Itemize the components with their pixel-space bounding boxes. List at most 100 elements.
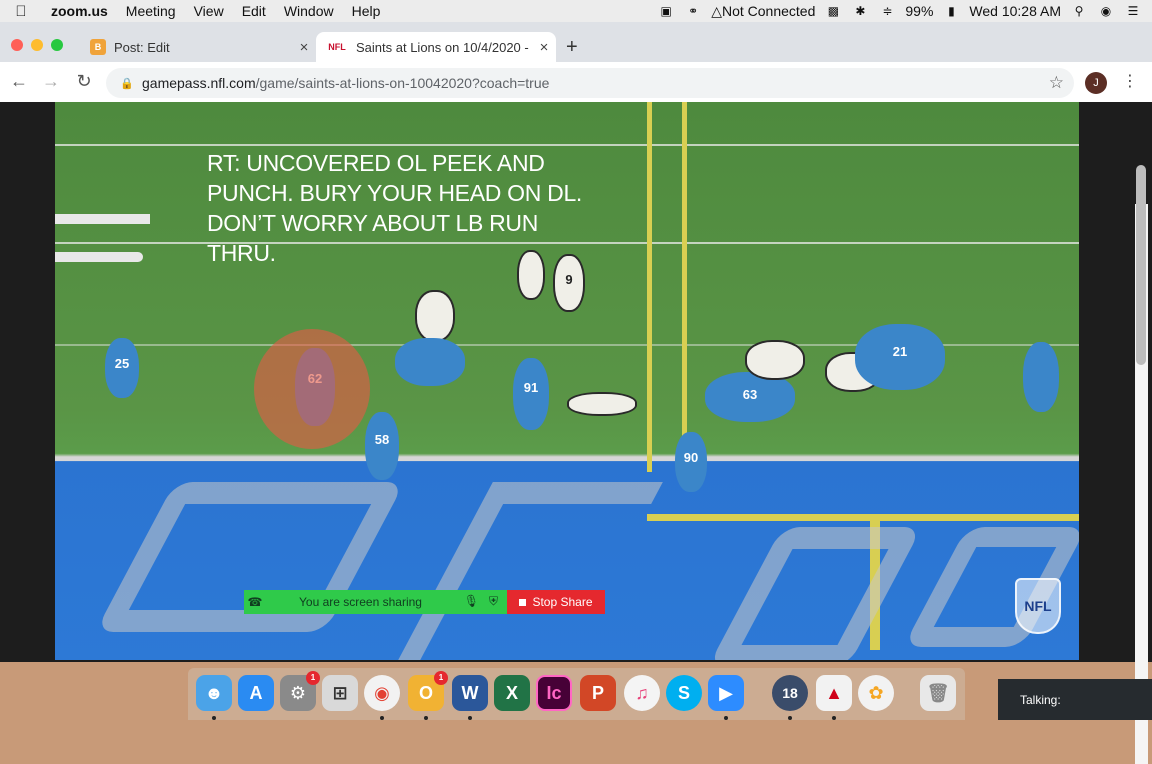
app-store-icon[interactable]: A <box>238 675 274 711</box>
bookmark-star-icon[interactable]: ☆ <box>1049 73 1064 93</box>
lions-player: 58 <box>365 412 399 480</box>
tab-title: Post: Edit <box>114 39 170 55</box>
stop-share-label: Stop Share <box>532 595 593 609</box>
back-button[interactable]: ← <box>8 71 30 92</box>
jersey-number: 9 <box>565 272 573 288</box>
browser-menu-icon[interactable]: ⋮ <box>1122 71 1138 91</box>
vpn-status[interactable]: △Not Connected <box>711 3 815 20</box>
drag-handle-icon[interactable]: ☎ <box>244 595 266 609</box>
tab-strip: B Post: Edit × NFL Saints at Lions on 10… <box>0 22 1152 62</box>
address-bar[interactable]: 🔒 gamepass.nfl.com/game/saints-at-lions-… <box>106 68 1074 98</box>
forward-button[interactable]: → <box>40 71 62 92</box>
calendar-clock-icon[interactable]: 18 <box>772 675 808 711</box>
game-video[interactable]: 25 9 62 58 91 90 63 21 RT: UNCOVERED OL … <box>55 102 1079 660</box>
bluetooth-icon[interactable]: ✱ <box>851 4 869 18</box>
end-zone-letter <box>397 482 663 660</box>
menu-meeting[interactable]: Meeting <box>117 3 185 19</box>
close-tab-icon[interactable]: × <box>292 39 316 56</box>
goal-post <box>647 102 652 472</box>
saints-player <box>567 392 637 416</box>
jersey-number: 63 <box>742 387 758 402</box>
photos-icon[interactable]: ✿ <box>858 675 894 711</box>
security-shield-icon[interactable]: ⛨ <box>489 594 498 609</box>
calculator-icon[interactable]: ⊞ <box>322 675 358 711</box>
excel-icon[interactable]: X <box>494 675 530 711</box>
new-tab-button[interactable]: + <box>566 36 578 59</box>
word-icon[interactable]: W <box>452 675 488 711</box>
menu-status-area: ▣ ⚭ △Not Connected ▩ ✱ ≑ 99% ▮ Wed 10:28… <box>657 0 1152 22</box>
running-indicator <box>788 716 792 720</box>
bluetooth-widget-icon[interactable]: ▩ <box>824 4 842 18</box>
battery-icon[interactable]: ▮ <box>942 4 960 18</box>
tab-post-edit[interactable]: B Post: Edit × <box>80 32 316 62</box>
zoom-window-button[interactable] <box>51 39 63 51</box>
menu-app[interactable]: zoom.us <box>42 3 117 19</box>
running-indicator <box>212 716 216 720</box>
lions-player: 90 <box>675 432 707 492</box>
powerpoint-icon[interactable]: P <box>580 675 616 711</box>
skype-icon[interactable]: S <box>666 675 702 711</box>
blogger-favicon-icon: B <box>90 39 106 55</box>
yard-number-zero <box>55 252 143 262</box>
yard-line <box>55 144 1079 146</box>
lions-player: 25 <box>105 338 139 398</box>
tab-saints-at-lions[interactable]: NFL Saints at Lions on 10/4/2020 - × <box>316 32 556 62</box>
vpn-status-label: Not Connected <box>721 2 816 19</box>
jersey-number: 90 <box>683 450 699 465</box>
minimize-window-button[interactable] <box>31 39 43 51</box>
menu-view[interactable]: View <box>185 3 233 19</box>
lions-player <box>395 338 465 386</box>
zoom-status-icon[interactable]: ▣ <box>657 4 675 18</box>
jersey-number: 58 <box>374 432 390 448</box>
notification-badge: 1 <box>306 671 320 685</box>
jersey-number: 91 <box>523 379 539 395</box>
end-zone-letter <box>707 527 923 660</box>
url-host: gamepass.nfl.com <box>142 75 256 91</box>
finder-icon[interactable]: ☻ <box>196 675 232 711</box>
screen-share-bar[interactable]: ☎ You are screen sharing 🎙 ⛨ Stop Share <box>244 590 605 614</box>
goal-post <box>682 102 687 472</box>
siri-icon[interactable]: ◉ <box>1097 4 1115 18</box>
creative-cloud-icon[interactable]: ⚭ <box>684 4 702 18</box>
tab-title: Saints at Lions on 10/4/2020 - <box>356 39 529 55</box>
nfl-logo-icon: NFL <box>1015 578 1061 634</box>
incopy-icon[interactable]: Ic <box>536 675 572 711</box>
reload-button[interactable]: ↻ <box>73 71 95 92</box>
zoom-talking-indicator: Talking: <box>998 679 1152 720</box>
running-indicator <box>832 716 836 720</box>
browser-chrome: B Post: Edit × NFL Saints at Lions on 10… <box>0 22 1152 102</box>
microphone-icon[interactable]: 🎙 <box>464 594 479 608</box>
stop-share-button[interactable]: Stop Share <box>507 590 605 614</box>
apple-icon[interactable]:  <box>0 3 42 20</box>
menu-window[interactable]: Window <box>275 3 343 19</box>
profile-avatar[interactable]: J <box>1085 72 1107 94</box>
menubar-clock[interactable]: Wed 10:28 AM <box>969 3 1061 19</box>
zoom-icon[interactable]: ▶ <box>708 675 744 711</box>
saints-player <box>415 290 455 342</box>
battery-percent[interactable]: 99% <box>905 3 933 19</box>
close-window-button[interactable] <box>11 39 23 51</box>
nfl-favicon-icon: NFL <box>328 42 346 52</box>
saints-player <box>745 340 805 380</box>
close-tab-icon[interactable]: × <box>532 39 556 56</box>
spotlight-search-icon[interactable]: ⚲ <box>1070 4 1088 18</box>
running-indicator <box>380 716 384 720</box>
acrobat-icon[interactable]: ▲ <box>816 675 852 711</box>
lions-player: 21 <box>855 324 945 390</box>
trash-icon[interactable]: 🗑 <box>920 675 956 711</box>
page-scrollbar-thumb[interactable] <box>1136 165 1146 365</box>
jersey-number: 21 <box>892 343 908 359</box>
menu-edit[interactable]: Edit <box>233 3 275 19</box>
chrome-icon[interactable]: ◉ <box>364 675 400 711</box>
coach-note: RT: UNCOVERED OL PEEK AND PUNCH. BURY YO… <box>207 150 583 266</box>
lock-icon[interactable]: 🔒 <box>120 77 134 90</box>
music-icon[interactable]: ♫ <box>624 675 660 711</box>
screen-share-status[interactable]: ☎ You are screen sharing 🎙 ⛨ <box>244 590 507 614</box>
lions-player <box>1023 342 1059 412</box>
running-indicator <box>424 716 428 720</box>
notification-center-icon[interactable]: ☰ <box>1124 4 1142 18</box>
lions-player: 91 <box>513 358 549 430</box>
menu-help[interactable]: Help <box>343 3 390 19</box>
wifi-icon[interactable]: ≑ <box>878 4 896 18</box>
stop-icon <box>519 598 527 606</box>
